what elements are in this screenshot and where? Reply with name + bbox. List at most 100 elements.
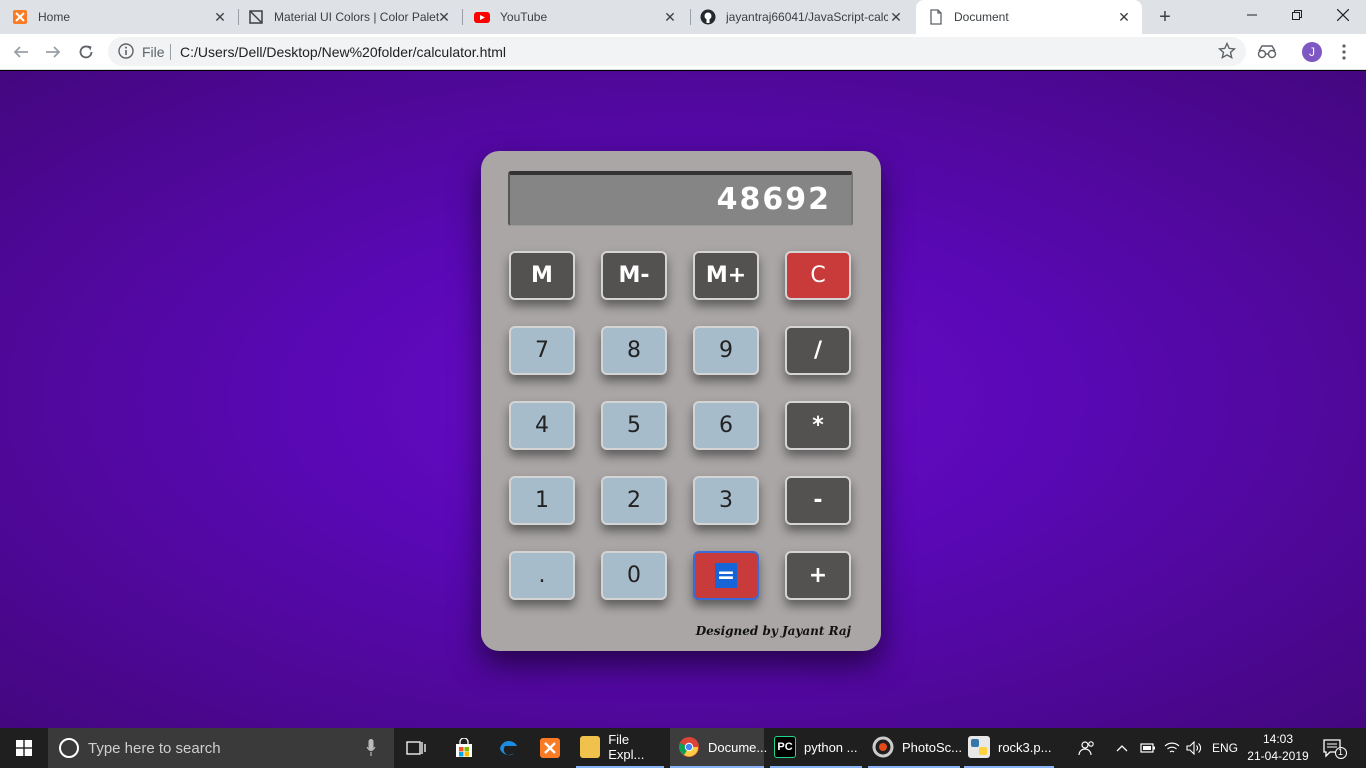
key-memory-plus[interactable]: M+ [693, 251, 759, 300]
file-explorer-icon [580, 736, 601, 758]
chevron-up-icon [1116, 745, 1128, 752]
taskbar-app-file-explorer[interactable]: File Expl... [576, 728, 664, 768]
more-vert-icon [1342, 44, 1346, 60]
close-icon[interactable]: ✕ [436, 9, 452, 25]
tab-title: Document [954, 10, 1009, 24]
tab-github-calculator[interactable]: jayantraj66041/JavaScript-calcu ✕ [700, 0, 914, 34]
tab-title: Home [38, 10, 71, 24]
key-decimal[interactable]: . [509, 551, 575, 600]
tab-separator [690, 9, 691, 25]
xampp-icon [12, 9, 28, 25]
key-divide[interactable]: / [785, 326, 851, 375]
clock-date: 21-04-2019 [1247, 749, 1309, 763]
taskbar-app-photoscape[interactable]: PhotoSc... [868, 728, 962, 768]
avatar[interactable]: J [1302, 42, 1322, 62]
people-button[interactable] [1078, 728, 1096, 768]
microphone-icon[interactable] [366, 739, 376, 757]
input-language[interactable]: ENG [1212, 728, 1238, 768]
close-icon[interactable]: ✕ [1116, 9, 1132, 25]
taskbar-app-label: rock3.p... [998, 739, 1052, 755]
tab-home[interactable]: Home ✕ [12, 0, 238, 34]
key-equals[interactable]: = [693, 551, 759, 600]
close-icon[interactable]: ✕ [888, 9, 904, 25]
chrome-icon [678, 736, 700, 758]
key-1[interactable]: 1 [509, 476, 575, 525]
taskbar-app-label: python ... [804, 739, 858, 755]
reload-button[interactable] [75, 41, 97, 63]
start-button[interactable] [0, 728, 48, 768]
key-equals-label: = [714, 563, 738, 588]
arrow-right-icon [46, 46, 61, 58]
address-bar[interactable]: File C:/Users/Dell/Desktop/New%20folder/… [108, 37, 1246, 66]
battery-indicator[interactable] [1140, 728, 1156, 768]
url-text[interactable]: C:/Users/Dell/Desktop/New%20folder/calcu… [180, 44, 506, 60]
tab-youtube[interactable]: YouTube ✕ [474, 0, 688, 34]
taskbar-search-box[interactable]: Type here to search [48, 728, 394, 768]
key-clear[interactable]: C [785, 251, 851, 300]
show-hidden-icons-button[interactable] [1116, 728, 1128, 768]
new-tab-button[interactable]: + [1154, 7, 1176, 27]
close-icon[interactable]: ✕ [662, 9, 678, 25]
document-icon [928, 9, 944, 25]
incognito-extension-button[interactable] [1257, 42, 1277, 62]
key-0[interactable]: 0 [601, 551, 667, 600]
notification-icon [1323, 739, 1347, 759]
store-icon [456, 738, 472, 757]
store-app-button[interactable] [452, 728, 476, 768]
key-7[interactable]: 7 [509, 326, 575, 375]
key-memory[interactable]: M [509, 251, 575, 300]
photoscape-icon [872, 736, 894, 758]
taskbar-app-chrome[interactable]: Docume... [670, 728, 768, 768]
windows-logo-icon [16, 740, 32, 756]
key-memory-minus[interactable]: M- [601, 251, 667, 300]
youtube-icon [474, 9, 490, 25]
key-add[interactable]: + [785, 551, 851, 600]
taskbar-clock[interactable]: 14:03 21-04-2019 [1244, 731, 1312, 765]
taskbar-app-python-file[interactable]: rock3.p... [964, 728, 1054, 768]
glasses-icon [1257, 45, 1277, 59]
minimize-button[interactable] [1229, 0, 1275, 30]
search-placeholder: Type here to search [88, 740, 221, 757]
url-scheme-label: File [142, 44, 165, 60]
tab-title: jayantraj66041/JavaScript-calcu [726, 10, 888, 24]
info-icon[interactable] [118, 43, 134, 59]
battery-icon [1140, 743, 1155, 753]
taskbar-app-pycharm[interactable]: PC python ... [770, 728, 862, 768]
restore-icon [1292, 10, 1302, 20]
cortana-icon [59, 738, 79, 758]
key-5[interactable]: 5 [601, 401, 667, 450]
restore-button[interactable] [1274, 0, 1320, 30]
wifi-indicator[interactable] [1164, 728, 1180, 768]
arrow-left-icon [13, 46, 28, 58]
tab-document[interactable]: Document ✕ [916, 0, 1142, 34]
key-multiply[interactable]: * [785, 401, 851, 450]
key-8[interactable]: 8 [601, 326, 667, 375]
browser-tab-strip: Home ✕ Material UI Colors | Color Palet … [0, 0, 1366, 34]
key-9[interactable]: 9 [693, 326, 759, 375]
calculator-display: 48692 [508, 171, 853, 226]
tab-material-ui-colors[interactable]: Material UI Colors | Color Palet ✕ [248, 0, 462, 34]
edge-app-button[interactable] [496, 728, 520, 768]
xampp-icon [540, 738, 560, 758]
key-subtract[interactable]: - [785, 476, 851, 525]
forward-button[interactable] [42, 41, 64, 63]
minimize-icon [1247, 14, 1257, 16]
key-2[interactable]: 2 [601, 476, 667, 525]
close-icon[interactable]: ✕ [212, 9, 228, 25]
windows-taskbar: Type here to search File Expl... Docume.… [0, 728, 1366, 768]
key-3[interactable]: 3 [693, 476, 759, 525]
back-button[interactable] [10, 41, 32, 63]
notification-count: 1 [1338, 747, 1344, 757]
taskbar-app-label: Docume... [708, 739, 768, 755]
page-background: 48692 M M- M+ C 7 8 9 / 4 5 6 * 1 2 3 - … [0, 71, 1366, 728]
task-view-button[interactable] [404, 728, 428, 768]
close-window-button[interactable] [1320, 0, 1366, 30]
key-6[interactable]: 6 [693, 401, 759, 450]
xampp-app-button[interactable] [538, 728, 562, 768]
bookmark-star-icon[interactable] [1218, 42, 1236, 60]
action-center-button[interactable]: 1 [1322, 728, 1348, 768]
key-4[interactable]: 4 [509, 401, 575, 450]
tab-title: Material UI Colors | Color Palet [274, 10, 440, 24]
volume-indicator[interactable] [1186, 728, 1204, 768]
chrome-menu-button[interactable] [1334, 42, 1354, 62]
